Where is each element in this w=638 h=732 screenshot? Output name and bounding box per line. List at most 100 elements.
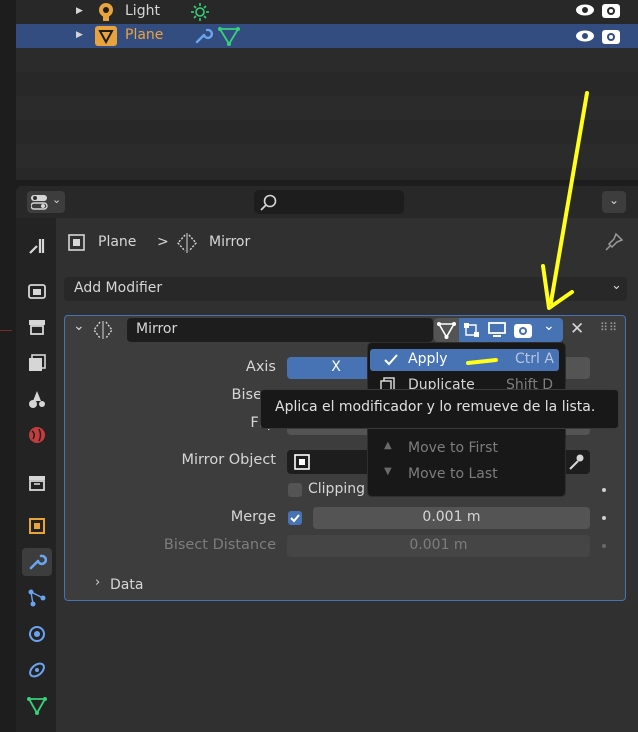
- menu-item-move-first[interactable]: ▲ Move to First: [370, 438, 559, 460]
- breadcrumb-separator: >: [157, 234, 169, 250]
- drag-handle-icon[interactable]: ⠿⠿: [600, 321, 618, 334]
- outliner-row-light[interactable]: ▶ Light: [16, 0, 638, 24]
- menu-item-duplicate[interactable]: Duplicate Shift D: [370, 374, 559, 390]
- object-icon: [29, 518, 45, 534]
- bisect-label: Bise: [231, 387, 262, 403]
- merge-label: Merge: [230, 509, 276, 525]
- view-layer-icon: [29, 354, 46, 371]
- wrench-icon: [29, 554, 47, 570]
- tab-output[interactable]: [22, 313, 52, 341]
- outliner-empty-row: [16, 48, 638, 72]
- outliner-item-label: Light: [125, 3, 160, 19]
- breadcrumb-modifier: Mirror: [209, 234, 251, 250]
- tool-icon: [29, 239, 45, 254]
- tab-object[interactable]: [22, 512, 52, 540]
- outliner-row-plane[interactable]: ▶ Plane: [16, 24, 638, 48]
- outliner-empty-row: [16, 72, 638, 96]
- edit-mode-triangle-icon: [437, 322, 456, 339]
- properties-tabs: [16, 218, 56, 732]
- add-modifier-label: Add Modifier: [74, 280, 163, 296]
- search-input[interactable]: [254, 190, 404, 214]
- visibility-eye-icon[interactable]: [575, 28, 595, 44]
- outliner-panel: ▶ Light ▶ Plane: [16, 0, 638, 180]
- tooltip-text: Aplica el modificador y lo remueve de la…: [275, 399, 596, 415]
- mesh-data-icon: [27, 697, 47, 715]
- chevron-down-icon: ⌄: [52, 193, 62, 206]
- mirror-object-label: Mirror Object: [181, 452, 276, 468]
- axis-label: Axis: [245, 359, 276, 375]
- mesh-data-icon[interactable]: [218, 26, 240, 46]
- object-icon: [68, 234, 85, 251]
- render-toggle[interactable]: [510, 318, 537, 342]
- mirror-modifier-icon: [93, 321, 113, 339]
- tab-view-layer[interactable]: [22, 349, 52, 377]
- monitor-icon: [488, 322, 506, 337]
- tab-physics[interactable]: [22, 620, 52, 648]
- object-icon: [294, 454, 310, 470]
- render-camera-icon[interactable]: [601, 0, 621, 20]
- mirror-modifier-icon: [177, 233, 197, 253]
- clipping-label: Clipping: [308, 481, 365, 497]
- chevron-down-icon: ⌄: [543, 318, 555, 334]
- triangle-up-icon: ▲: [384, 440, 392, 451]
- keyframe-dot-icon[interactable]: [602, 488, 606, 492]
- tab-constraints[interactable]: [22, 656, 52, 684]
- flip-label: Flip: [160, 415, 276, 431]
- particles-icon: [28, 589, 46, 607]
- add-modifier-button[interactable]: Add Modifier ⌄: [64, 277, 627, 301]
- tab-tool[interactable]: [22, 232, 52, 260]
- editor-type-button[interactable]: ⌄: [27, 191, 65, 213]
- tab-collection[interactable]: [22, 469, 52, 497]
- viewport-toggle[interactable]: [484, 318, 510, 342]
- eyedropper-icon[interactable]: [567, 453, 585, 471]
- data-subpanel-label[interactable]: Data: [110, 577, 143, 593]
- tab-scene[interactable]: [22, 385, 52, 413]
- outliner-empty-row: [16, 144, 638, 168]
- merge-checkbox[interactable]: [288, 511, 302, 525]
- close-icon[interactable]: ✕: [570, 319, 584, 339]
- outliner-item-label: Plane: [125, 27, 164, 43]
- bisect-distance-label: Bisect Distance: [163, 537, 276, 553]
- edit-mode-icon: [464, 323, 479, 337]
- tab-render[interactable]: [22, 277, 52, 305]
- pin-icon[interactable]: [604, 232, 624, 252]
- physics-icon: [29, 626, 45, 642]
- breadcrumb-object: Plane: [98, 234, 137, 250]
- edit-cage-toggle[interactable]: [434, 318, 459, 342]
- properties-editor-icon: [31, 195, 48, 210]
- tab-data[interactable]: [22, 692, 52, 720]
- collection-box-icon: [29, 476, 45, 491]
- keyframe-dot-icon[interactable]: [602, 516, 606, 520]
- merge-distance-field[interactable]: 0.001 m: [313, 507, 590, 529]
- modifier-name-field[interactable]: Mirror: [127, 318, 433, 342]
- properties-header: ⌄ ⌄: [16, 186, 638, 218]
- keyframe-dot-icon[interactable]: [602, 544, 606, 548]
- triangle-down-icon: ▼: [384, 466, 392, 477]
- tab-modifiers[interactable]: [22, 548, 52, 576]
- menu-item-apply[interactable]: Apply Ctrl A: [370, 349, 559, 371]
- light-data-icon[interactable]: [190, 2, 210, 22]
- outliner-empty-row: [16, 120, 638, 144]
- modifier-menu-button[interactable]: ⌄: [537, 318, 563, 342]
- collapse-chevron-icon[interactable]: ⌄: [73, 318, 85, 334]
- clipping-checkbox[interactable]: [288, 483, 302, 497]
- visibility-eye-icon[interactable]: [575, 2, 595, 18]
- outliner-empty-row: [16, 96, 638, 120]
- viewport-edge-line: [0, 330, 12, 331]
- subpanel-arrow-icon[interactable]: ›: [95, 575, 100, 590]
- wrench-modifier-icon[interactable]: [193, 26, 213, 46]
- chevron-down-icon: ⌄: [608, 193, 620, 207]
- expand-arrow-icon[interactable]: ▶: [76, 6, 83, 16]
- bisect-distance-field[interactable]: 0.001 m: [287, 535, 590, 557]
- camera-icon: [514, 324, 532, 338]
- menu-item-move-last[interactable]: ▼ Move to Last: [370, 464, 559, 486]
- expand-arrow-icon[interactable]: ▶: [76, 30, 83, 40]
- edit-mode-toggle[interactable]: [459, 318, 484, 342]
- output-printer-icon: [29, 320, 45, 335]
- world-icon: [29, 427, 45, 443]
- render-camera-icon[interactable]: [601, 26, 621, 46]
- constraints-icon: [29, 662, 45, 678]
- tab-world[interactable]: [22, 421, 52, 449]
- header-options-button[interactable]: ⌄: [602, 191, 626, 213]
- tab-particles[interactable]: [22, 584, 52, 612]
